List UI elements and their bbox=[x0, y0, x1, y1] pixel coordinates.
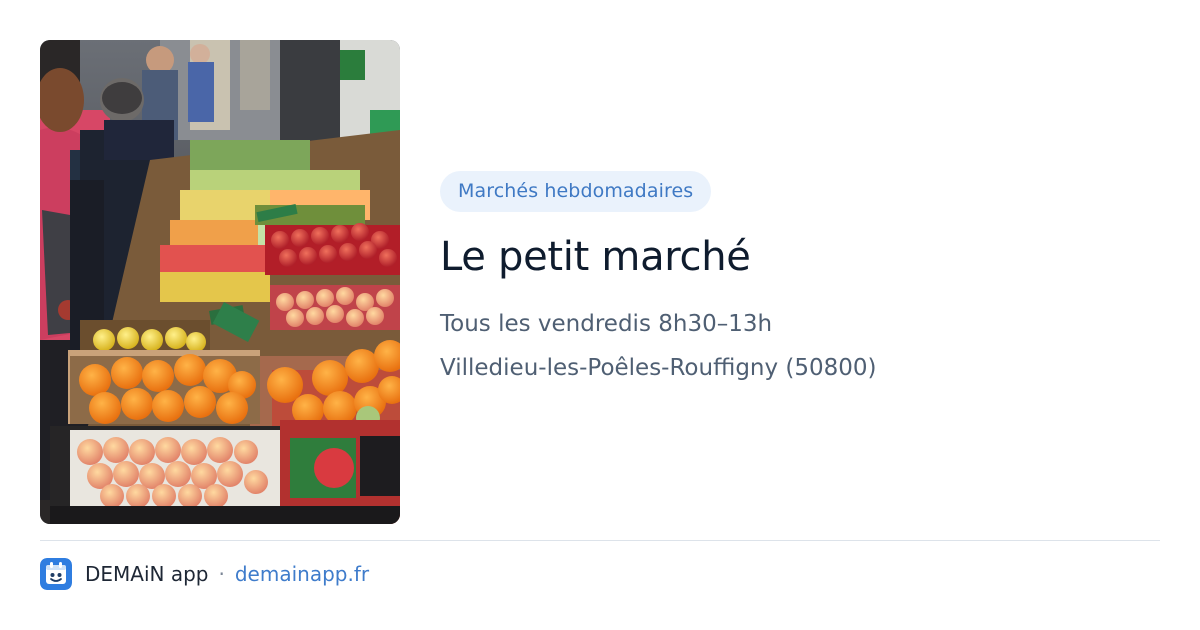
market-photo bbox=[40, 40, 400, 524]
separator: · bbox=[218, 562, 225, 586]
market-info: Marchés hebdomadaires Le petit marché To… bbox=[440, 171, 1160, 382]
footer-divider bbox=[40, 540, 1160, 541]
market-location: Villedieu-les-Poêles-Rouffigny (50800) bbox=[440, 355, 877, 381]
market-title: Le petit marché bbox=[440, 234, 751, 280]
app-name: DEMAiN app bbox=[85, 562, 209, 586]
category-badge[interactable]: Marchés hebdomadaires bbox=[440, 171, 712, 212]
demain-app-logo-icon[interactable] bbox=[40, 558, 72, 590]
app-domain-link[interactable]: demainapp.fr bbox=[235, 562, 369, 586]
footer: DEMAiN app · demainapp.fr bbox=[40, 558, 369, 590]
market-schedule: Tous les vendredis 8h30–13h bbox=[440, 311, 773, 337]
